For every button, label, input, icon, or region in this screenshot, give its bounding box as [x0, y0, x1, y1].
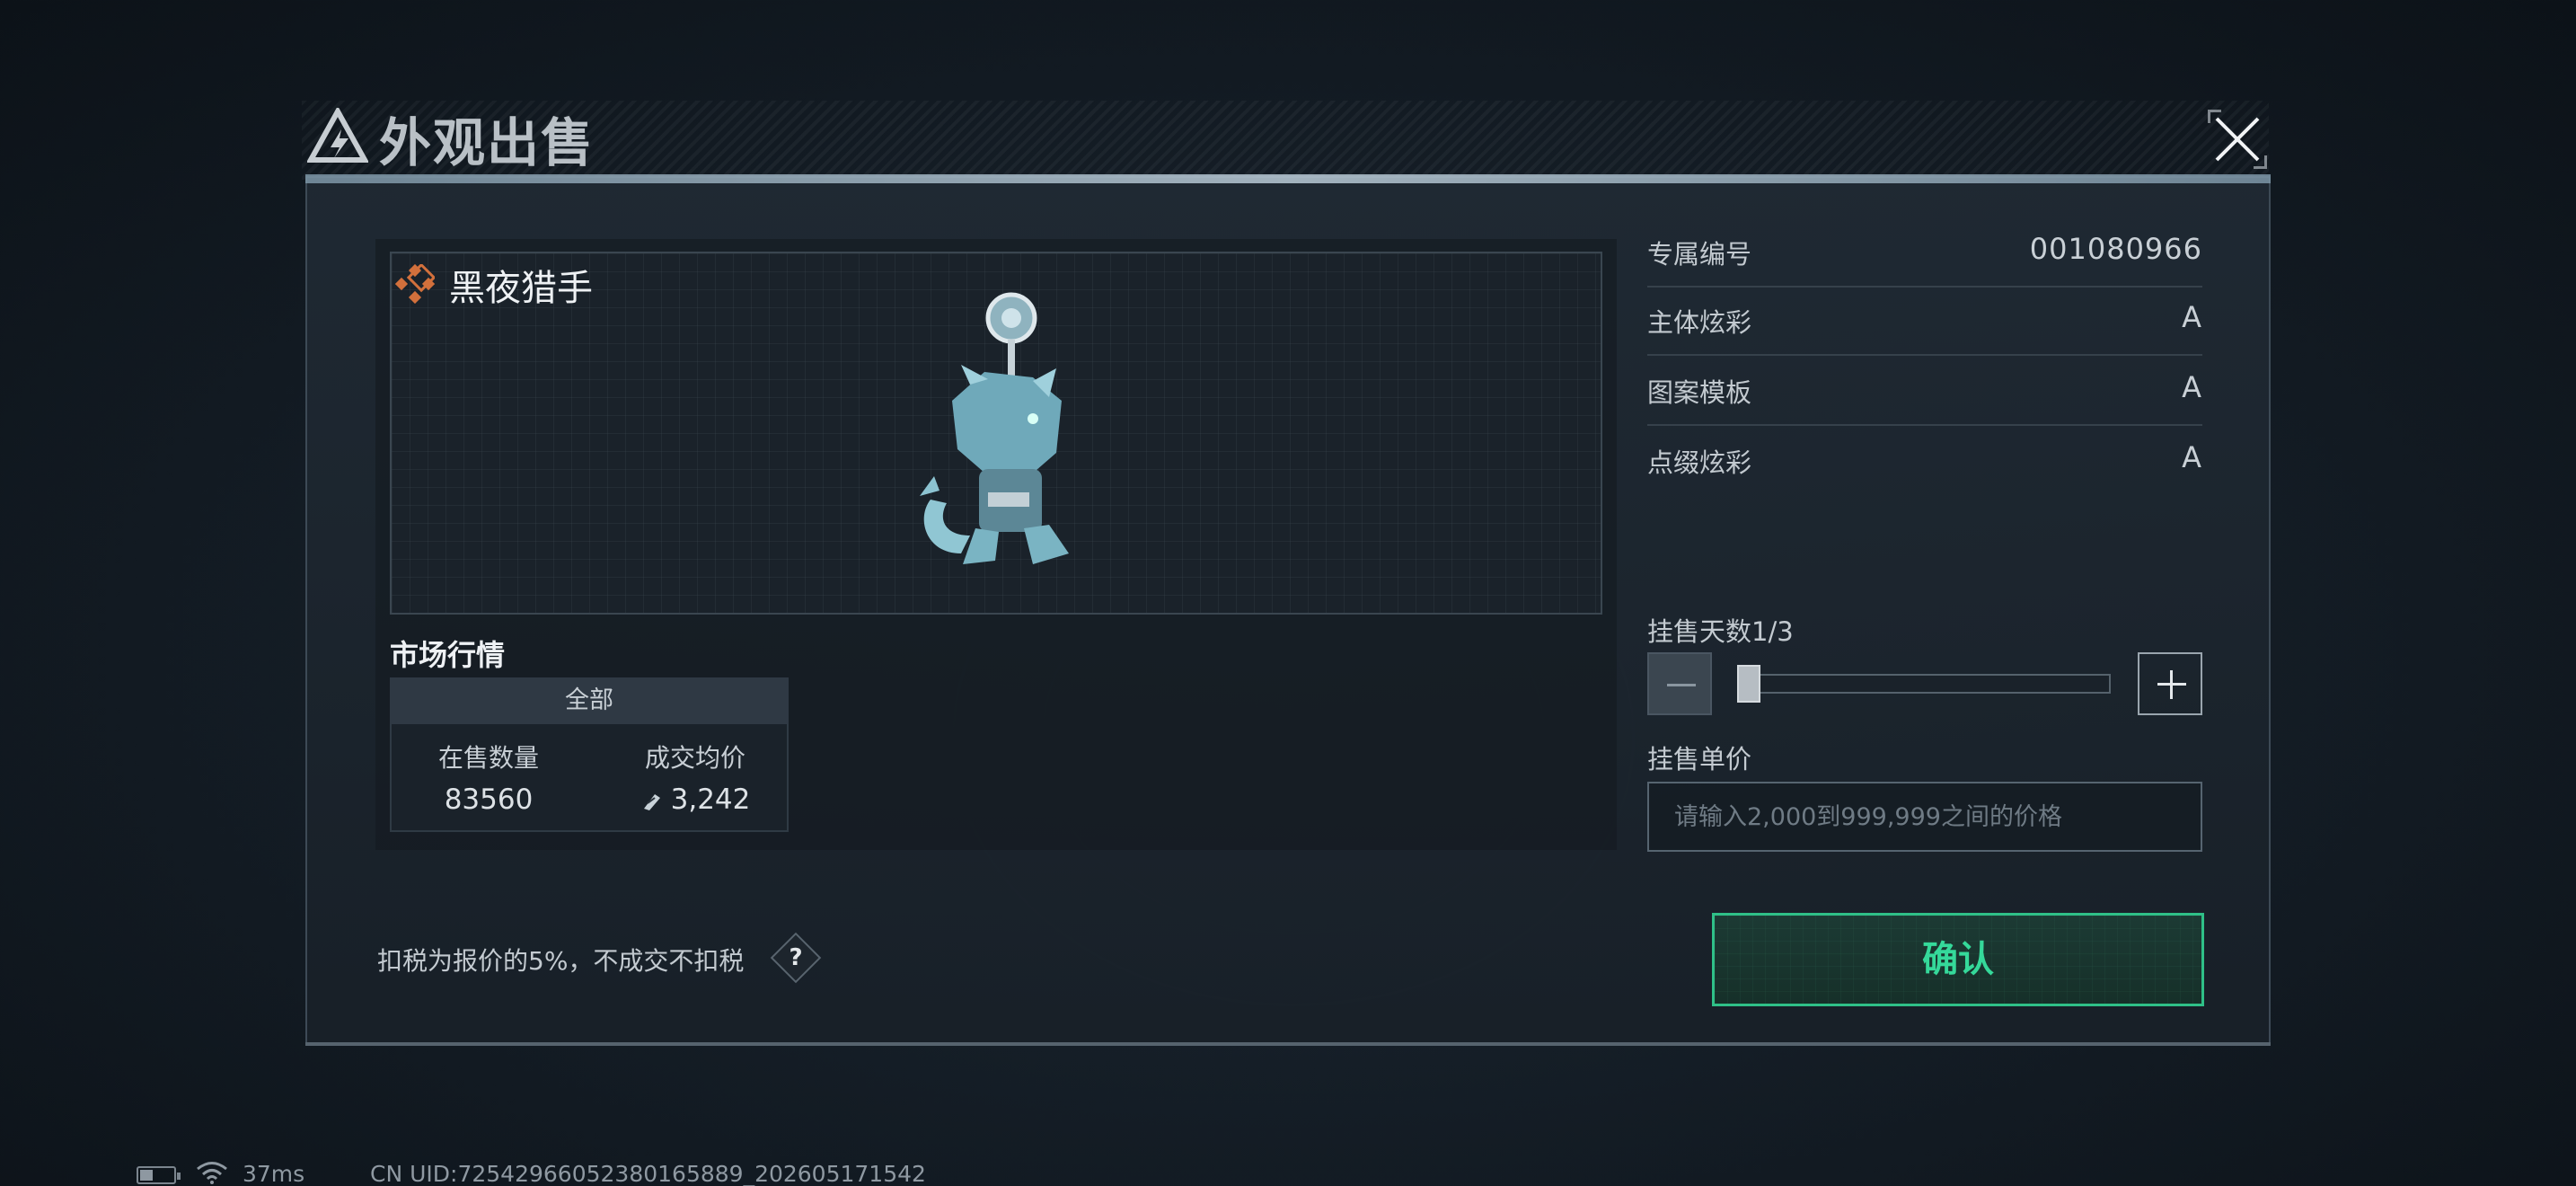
panel-bottom-border — [305, 1042, 2271, 1046]
increase-days-button[interactable] — [2138, 652, 2202, 715]
confirm-label: 确认 — [1922, 939, 1994, 980]
detail-value: A — [2182, 300, 2202, 334]
item-name: 黑夜猎手 — [449, 268, 593, 309]
detail-row-pattern: 图案模板 A — [1647, 356, 2202, 426]
title-strip — [302, 101, 2269, 180]
ping-indicator: 37ms — [243, 1161, 305, 1186]
detail-row-body-color: 主体炫彩 A — [1647, 286, 2202, 356]
detail-row-serial: 专属编号 001080966 — [1647, 217, 2202, 288]
user-uid: CN UID:72542966052380165889_202605171542 — [370, 1161, 926, 1186]
market-header-avg-price: 成交均价 — [644, 743, 745, 773]
detail-value: A — [2182, 370, 2202, 404]
wolf-charm-figure — [920, 292, 1069, 564]
game-logo-icon — [307, 108, 368, 163]
market-header-on-sale: 在售数量 — [437, 743, 539, 773]
currency-icon — [643, 794, 660, 810]
detail-label: 主体炫彩 — [1647, 307, 1752, 338]
detail-value: 001080966 — [2029, 232, 2202, 266]
confirm-button[interactable]: 确认 — [1712, 913, 2204, 1006]
detail-label: 点缀炫彩 — [1647, 447, 1752, 478]
tax-note: 扣税为报价的5%，不成交不扣税 — [377, 946, 745, 976]
market-tab-all[interactable]: 全部 — [390, 677, 789, 724]
days-slider-handle[interactable] — [1737, 665, 1760, 703]
dialog-title: 外观出售 — [379, 112, 595, 173]
market-title: 市场行情 — [390, 638, 506, 672]
wifi-icon — [197, 1162, 227, 1184]
on-sale-count: 83560 — [444, 783, 534, 816]
close-button[interactable] — [2208, 110, 2267, 169]
detail-value: A — [2182, 440, 2202, 474]
price-input[interactable] — [1647, 782, 2202, 852]
avg-price: 3,242 — [670, 783, 751, 816]
close-icon — [2215, 117, 2260, 162]
avg-price-cell: 3,242 — [596, 783, 794, 816]
detail-label: 图案模板 — [1647, 377, 1752, 408]
panel-top-border — [305, 174, 2271, 183]
detail-row-accent-color: 点缀炫彩 A — [1647, 426, 2202, 496]
listing-price-label: 挂售单价 — [1647, 744, 1752, 774]
help-icon-glyph: ? — [789, 944, 803, 971]
days-slider[interactable] — [1741, 674, 2111, 694]
detail-label: 专属编号 — [1647, 239, 1752, 270]
rarity-badge-icon — [395, 264, 435, 304]
decrease-days-button[interactable] — [1647, 652, 1712, 715]
battery-icon — [137, 1166, 181, 1184]
listing-days-label: 挂售天数1/3 — [1647, 616, 1794, 647]
